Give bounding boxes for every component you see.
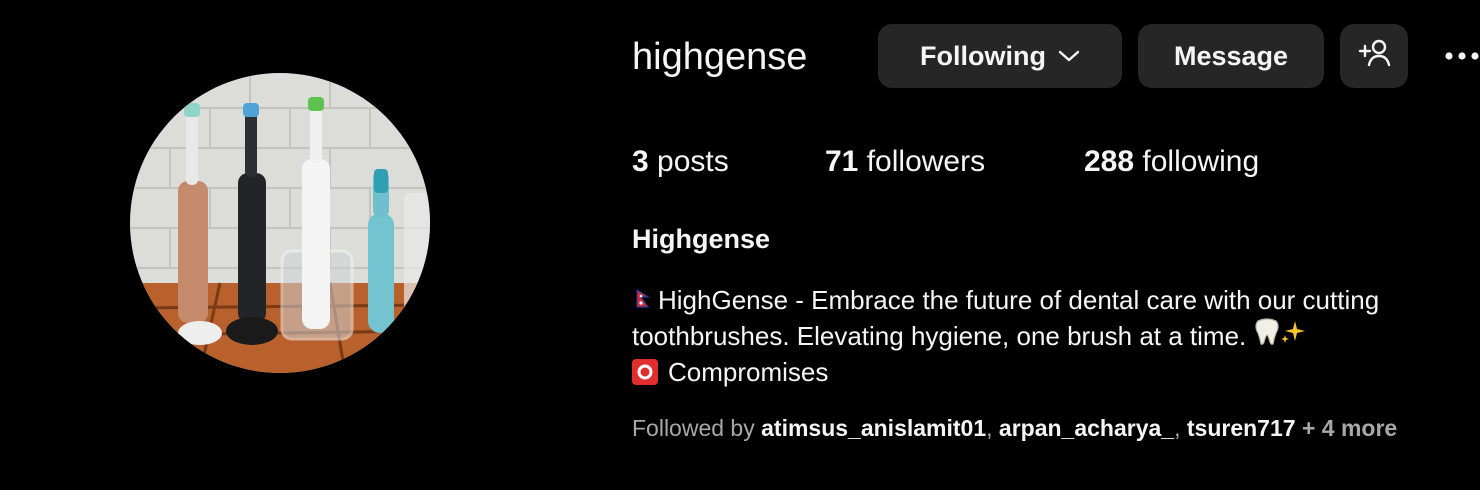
posts-count-label: posts	[657, 145, 729, 178]
followers-count-label: followers	[866, 145, 986, 178]
following-button[interactable]: Following	[878, 24, 1122, 88]
posts-count: 3 posts	[632, 142, 729, 182]
profile-avatar[interactable]	[130, 73, 430, 373]
followed-by-user[interactable]: atimsus_anislamit01	[761, 415, 986, 441]
profile-username: highgense	[632, 36, 808, 78]
following-button-label: Following	[920, 40, 1046, 71]
followed-by-more[interactable]: + 4 more	[1302, 415, 1397, 441]
sparkles-icon	[1280, 318, 1306, 354]
following-count-value: 288	[1084, 145, 1135, 178]
followed-by-user[interactable]: tsuren717	[1187, 415, 1296, 441]
bio-line-1-text: HighGense - Embrace the future of dental…	[658, 285, 1380, 315]
message-button[interactable]: Message	[1138, 24, 1324, 88]
bio-line-2: toothbrushes. Elevating hygiene, one bru…	[632, 317, 1480, 355]
o-button-icon	[632, 359, 658, 385]
posts-count-value: 3	[632, 145, 649, 178]
bio-line-1: HighGense - Embrace the future of dental…	[632, 282, 1480, 318]
profile-full-name: Highgense	[632, 224, 771, 254]
add-person-icon	[1357, 38, 1391, 75]
chevron-down-icon	[1058, 49, 1080, 63]
bio-line-2-text: toothbrushes. Elevating hygiene, one bru…	[632, 321, 1247, 351]
following-count-label: following	[1142, 145, 1260, 178]
followed-by-user[interactable]: arpan_acharya_	[999, 415, 1174, 441]
tooth-icon	[1254, 317, 1280, 355]
avatar-image	[130, 73, 430, 373]
following-link[interactable]: 288 following	[1084, 142, 1259, 182]
followed-by-prefix: Followed by	[632, 415, 755, 441]
followed-by: Followed by atimsus_anislamit01, arpan_a…	[632, 415, 1398, 441]
nepal-flag-icon	[636, 282, 651, 318]
followers-count-value: 71	[825, 145, 859, 178]
bio-line-3: Compromises	[632, 354, 1480, 390]
followers-link[interactable]: 71 followers	[825, 142, 985, 182]
message-button-label: Message	[1173, 40, 1289, 71]
bio-line-3-text: Compromises	[668, 357, 829, 387]
more-options-icon[interactable]	[1444, 46, 1480, 71]
suggest-people-button[interactable]	[1340, 24, 1408, 88]
profile-bio: HighGense - Embrace the future of dental…	[632, 282, 1480, 390]
